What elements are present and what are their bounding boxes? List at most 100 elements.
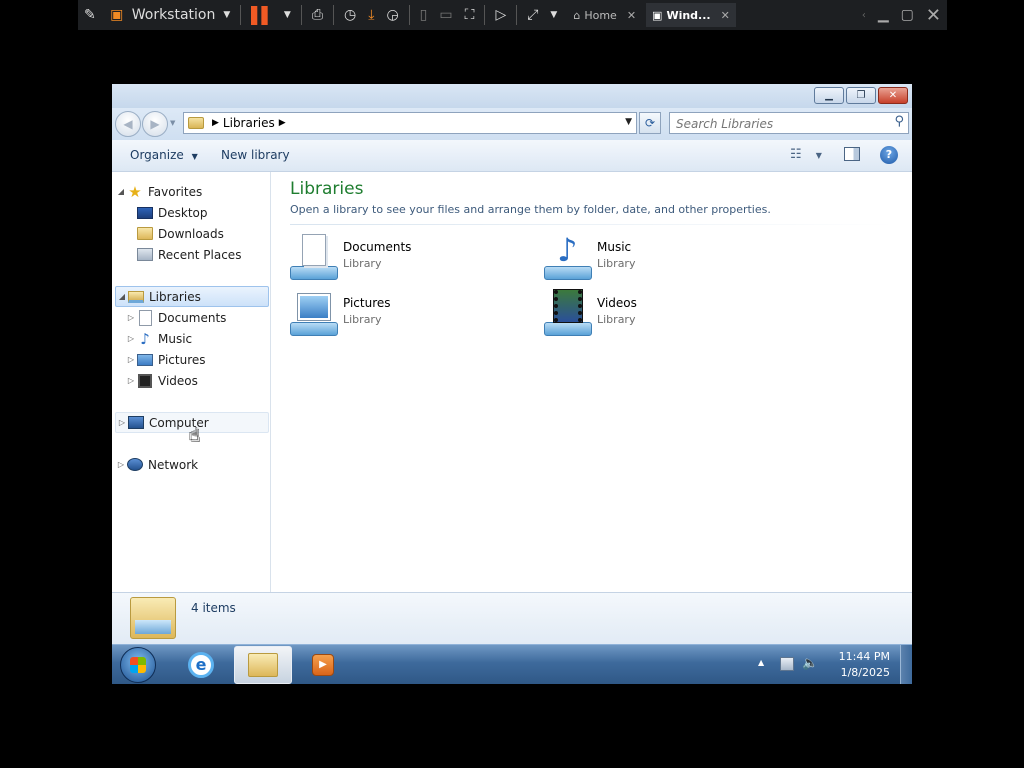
taskbar-internet-explorer[interactable]: e bbox=[172, 646, 230, 684]
navigation-pane: ◢ ★ Favorites Desktop Downloads Recent P… bbox=[112, 172, 271, 592]
recent-pages-icon[interactable]: ▼ bbox=[170, 119, 175, 127]
title-divider bbox=[290, 224, 895, 225]
chevron-right-icon[interactable]: ▶ bbox=[212, 118, 219, 128]
change-view-button[interactable]: ☷ ▼ bbox=[790, 147, 822, 162]
collapsed-arrow-icon[interactable]: ▷ bbox=[125, 313, 137, 322]
tree-item-recent-places-label: Recent Places bbox=[158, 247, 242, 262]
item-count: 4 items bbox=[191, 601, 236, 615]
computer-icon bbox=[128, 415, 144, 431]
collapsed-arrow-icon[interactable]: ▷ bbox=[125, 376, 137, 385]
tree-item-videos[interactable]: ▷ Videos bbox=[115, 370, 269, 391]
collapsed-arrow-icon[interactable]: ▷ bbox=[116, 418, 128, 427]
music-library-icon: ♪ bbox=[544, 232, 592, 280]
pause-dropdown-icon[interactable]: ▼ bbox=[278, 0, 297, 30]
send-keys-icon[interactable]: ⎙ bbox=[306, 0, 329, 30]
console-view-icon[interactable]: ▷ bbox=[489, 0, 512, 30]
library-item-type: Library bbox=[343, 313, 382, 326]
stretch-dropdown-icon[interactable]: ▼ bbox=[544, 0, 563, 30]
expanded-arrow-icon[interactable]: ◢ bbox=[116, 292, 128, 301]
help-button[interactable]: ? bbox=[880, 146, 898, 164]
tree-network[interactable]: ▷ Network bbox=[115, 454, 269, 475]
library-item-pictures[interactable]: Pictures Library bbox=[290, 288, 490, 338]
close-button[interactable]: ✕ bbox=[878, 87, 908, 104]
refresh-button[interactable]: ⟳ bbox=[639, 112, 661, 134]
library-item-music[interactable]: ♪ Music Library bbox=[544, 232, 744, 282]
tab-home[interactable]: ⌂ Home ✕ bbox=[567, 3, 642, 27]
view-icon: ☷ bbox=[790, 147, 802, 162]
library-item-videos[interactable]: Videos Library bbox=[544, 288, 744, 338]
back-button[interactable]: ◀ bbox=[115, 111, 141, 137]
new-library-button[interactable]: New library bbox=[221, 148, 290, 162]
videos-icon bbox=[137, 373, 153, 389]
chevron-right-icon[interactable]: ▶ bbox=[279, 118, 286, 128]
search-input[interactable] bbox=[676, 114, 886, 134]
snapshot-manager-icon[interactable]: ◶ bbox=[380, 0, 404, 30]
organize-button[interactable]: Organize ▼ bbox=[130, 148, 198, 162]
tree-item-pictures-label: Pictures bbox=[158, 352, 206, 367]
breadcrumb-libraries[interactable]: Libraries bbox=[223, 116, 275, 130]
stretch-guest-icon[interactable]: ⤢ bbox=[521, 0, 544, 30]
collapsed-arrow-icon[interactable]: ▷ bbox=[115, 460, 127, 469]
pictures-icon bbox=[137, 352, 153, 368]
window-titlebar[interactable]: ▁ ❐ ✕ bbox=[112, 84, 912, 108]
thumbnail-bar-icon[interactable]: ▭ bbox=[433, 0, 458, 30]
command-bar: Organize ▼ New library ☷ ▼ ? bbox=[112, 140, 912, 172]
tree-libraries[interactable]: ◢ Libraries bbox=[115, 286, 269, 307]
clock[interactable]: 11:44 PM 1/8/2025 bbox=[826, 649, 890, 681]
library-pane-icon[interactable]: ▯ bbox=[414, 0, 434, 30]
home-icon: ⌂ bbox=[573, 8, 581, 22]
minimize-button[interactable]: ▁ bbox=[814, 87, 844, 104]
pin-icon[interactable]: ✎ bbox=[78, 0, 102, 30]
action-center-icon[interactable] bbox=[780, 657, 794, 671]
chevron-down-icon: ▼ bbox=[223, 10, 231, 20]
tab-scroll-icon[interactable]: ‹ bbox=[856, 0, 872, 30]
start-button[interactable] bbox=[120, 647, 156, 683]
close-icon[interactable]: ✕ bbox=[721, 9, 730, 22]
expanded-arrow-icon[interactable]: ◢ bbox=[115, 187, 127, 196]
clock-time: 11:44 PM bbox=[838, 650, 890, 663]
address-bar[interactable]: ▶ Libraries ▶ ▼ bbox=[183, 112, 637, 134]
tree-item-documents[interactable]: ▷ Documents bbox=[115, 307, 269, 328]
documents-library-icon bbox=[290, 232, 338, 280]
search-icon[interactable]: ⚲ bbox=[894, 114, 904, 129]
close-window-icon[interactable]: ✕ bbox=[920, 0, 947, 30]
volume-icon[interactable]: 🔈 bbox=[802, 656, 818, 671]
navigation-bar: ◀ ▶ ▼ ▶ Libraries ▶ ▼ ⟳ ⚲ bbox=[112, 108, 912, 140]
tree-item-music[interactable]: ▷ ♪ Music bbox=[115, 328, 269, 349]
music-note-icon: ♪ bbox=[140, 329, 150, 348]
pause-button[interactable]: ▌▌ bbox=[245, 0, 278, 30]
address-dropdown-icon[interactable]: ▼ bbox=[625, 117, 632, 127]
library-item-documents[interactable]: Documents Library bbox=[290, 232, 490, 282]
videos-library-icon bbox=[544, 288, 592, 336]
maximize-icon[interactable]: ▢ bbox=[895, 0, 920, 30]
hand-cursor-icon: ☝ bbox=[189, 425, 200, 446]
pictures-library-icon bbox=[290, 288, 338, 336]
tab-vm[interactable]: ▣ Wind... ✕ bbox=[646, 3, 736, 27]
tree-favorites[interactable]: ◢ ★ Favorites bbox=[115, 181, 269, 202]
tab-vm-label: Wind... bbox=[666, 8, 711, 22]
tree-item-downloads[interactable]: Downloads bbox=[115, 223, 269, 244]
show-hidden-icons-icon[interactable]: ▲ bbox=[758, 658, 764, 667]
collapsed-arrow-icon[interactable]: ▷ bbox=[125, 355, 137, 364]
taskbar-windows-explorer[interactable] bbox=[234, 646, 292, 684]
minimize-icon[interactable]: ▁ bbox=[872, 0, 895, 30]
media-player-icon: ▶ bbox=[312, 654, 334, 676]
revert-snapshot-icon[interactable]: ⤓ bbox=[362, 0, 380, 30]
desktop-icon bbox=[137, 205, 153, 221]
tree-item-recent-places[interactable]: Recent Places bbox=[115, 244, 269, 265]
fullscreen-icon[interactable]: ⛶ bbox=[459, 0, 481, 30]
forward-button[interactable]: ▶ bbox=[142, 111, 168, 137]
search-box[interactable]: ⚲ bbox=[669, 112, 909, 134]
workstation-menu[interactable]: ▣ Workstation ▼ bbox=[102, 0, 237, 30]
snapshot-icon[interactable]: ◷ bbox=[338, 0, 362, 30]
collapsed-arrow-icon[interactable]: ▷ bbox=[125, 334, 137, 343]
tree-item-desktop[interactable]: Desktop bbox=[115, 202, 269, 223]
libraries-folder-icon bbox=[130, 597, 176, 639]
preview-pane-button[interactable] bbox=[844, 147, 860, 161]
maximize-button[interactable]: ❐ bbox=[846, 87, 876, 104]
tree-item-pictures[interactable]: ▷ Pictures bbox=[115, 349, 269, 370]
show-desktop-button[interactable] bbox=[900, 645, 912, 684]
close-icon[interactable]: ✕ bbox=[627, 9, 636, 22]
taskbar-media-player[interactable]: ▶ bbox=[294, 646, 352, 684]
toolbar-separator bbox=[516, 5, 518, 25]
